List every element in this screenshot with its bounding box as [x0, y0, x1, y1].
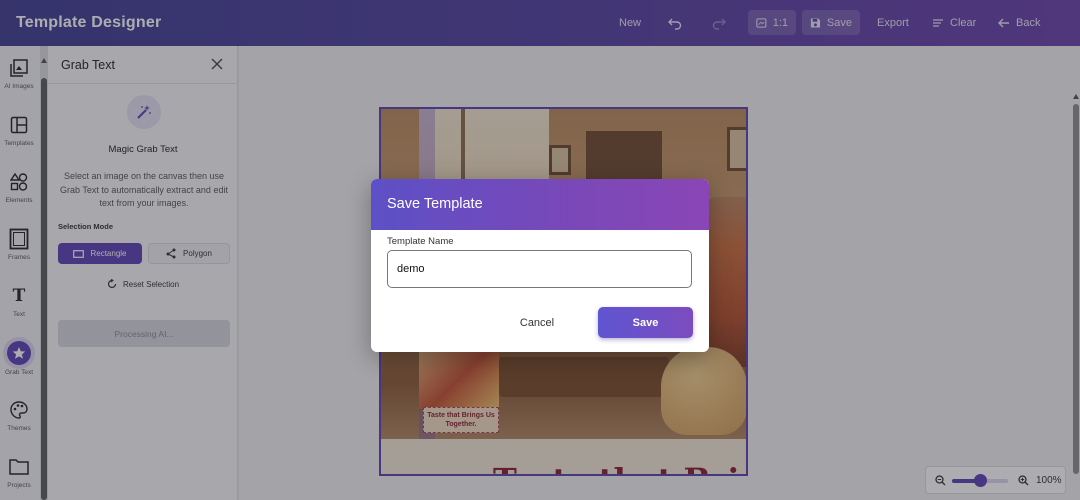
dialog-header: Save Template	[371, 179, 709, 230]
template-name-input[interactable]	[387, 250, 692, 288]
template-name-label: Template Name	[387, 236, 454, 247]
cancel-button[interactable]: Cancel	[501, 307, 573, 338]
dialog-title: Save Template	[387, 196, 483, 212]
save-template-dialog: Save Template Template Name Cancel Save	[371, 179, 709, 352]
save-button[interactable]: Save	[598, 307, 693, 338]
